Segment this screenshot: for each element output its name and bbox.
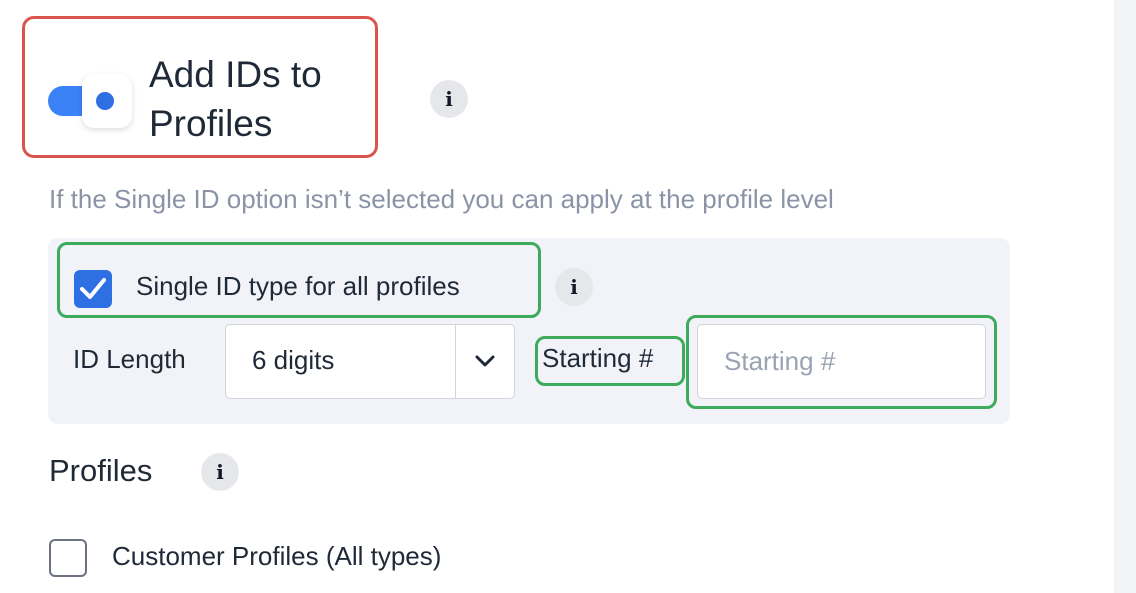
section-description: If the Single ID option isn’t selected y… bbox=[49, 184, 834, 214]
profiles-heading: Profiles bbox=[49, 453, 153, 488]
single-id-label: Single ID type for all profiles bbox=[136, 271, 460, 301]
info-icon[interactable]: i bbox=[201, 453, 239, 491]
id-length-value: 6 digits bbox=[252, 345, 335, 375]
starting-number-input[interactable] bbox=[697, 324, 986, 399]
customer-profiles-label: Customer Profiles (All types) bbox=[112, 541, 442, 571]
chevron-down-icon[interactable] bbox=[474, 353, 496, 369]
id-length-select[interactable]: 6 digits bbox=[225, 324, 515, 399]
section-title: Add IDs to Profiles bbox=[149, 54, 322, 144]
info-icon[interactable]: i bbox=[555, 268, 593, 306]
select-divider bbox=[455, 325, 456, 398]
checkmark-icon bbox=[80, 278, 106, 299]
id-length-label: ID Length bbox=[73, 344, 186, 374]
customer-profiles-checkbox[interactable] bbox=[49, 539, 87, 577]
toggle-dot-icon bbox=[96, 92, 114, 110]
info-icon[interactable]: i bbox=[430, 80, 468, 118]
single-id-checkbox[interactable] bbox=[74, 270, 112, 308]
panel-gutter bbox=[1114, 0, 1136, 593]
starting-number-label: Starting # bbox=[542, 343, 654, 373]
